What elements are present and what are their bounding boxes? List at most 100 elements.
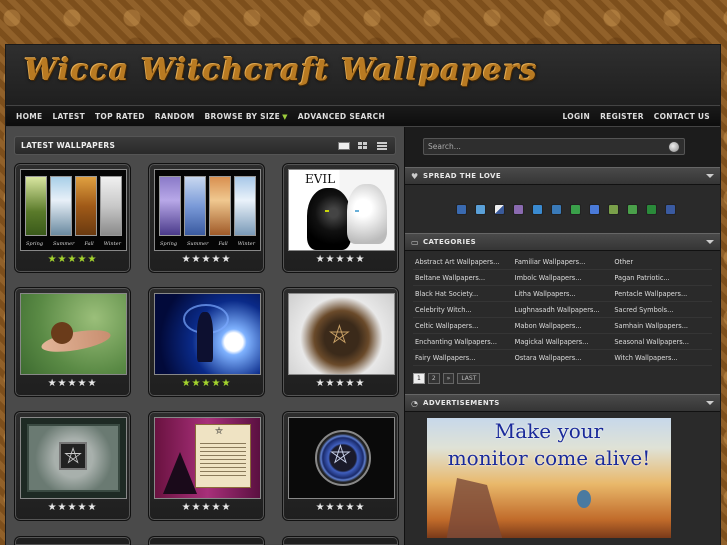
category-link[interactable]: Abstract Art Wallpapers... bbox=[413, 258, 513, 266]
category-link[interactable]: Seasonal Wallpapers... bbox=[612, 338, 712, 346]
star-rating[interactable]: ★★★★★ bbox=[154, 378, 259, 389]
star-rating[interactable]: ★★★★★ bbox=[154, 502, 259, 513]
wallpaper-thumbnail[interactable] bbox=[20, 293, 127, 375]
nav-login[interactable]: LOGIN bbox=[557, 112, 595, 121]
star-icon[interactable]: ★ bbox=[77, 254, 87, 265]
share-icon[interactable] bbox=[531, 203, 543, 215]
category-link[interactable]: Enchanting Wallpapers... bbox=[413, 338, 513, 346]
page-1-button[interactable]: 1 bbox=[413, 373, 425, 384]
star-icon[interactable]: ★ bbox=[77, 378, 87, 389]
star-icon[interactable]: ★ bbox=[326, 378, 336, 389]
star-icon[interactable]: ★ bbox=[211, 502, 221, 513]
next-page-button[interactable]: » bbox=[442, 373, 455, 384]
wallpaper-thumbnail[interactable]: Spring Summer Fall Winter bbox=[154, 169, 261, 251]
nav-top-rated[interactable]: TOP RATED bbox=[90, 112, 150, 121]
wallpaper-card[interactable]: EVIL ★★★★★ bbox=[282, 163, 399, 273]
wallpaper-thumbnail[interactable]: EVIL bbox=[288, 169, 395, 251]
collapse-icon[interactable] bbox=[706, 401, 714, 405]
star-icon[interactable]: ★ bbox=[202, 378, 212, 389]
star-icon[interactable]: ★ bbox=[336, 502, 346, 513]
star-rating[interactable]: ★★★★★ bbox=[288, 378, 393, 389]
star-icon[interactable]: ★ bbox=[48, 378, 58, 389]
category-link[interactable]: Imbolc Wallpapers... bbox=[513, 274, 613, 282]
star-rating[interactable]: ★★★★★ bbox=[154, 254, 259, 265]
star-icon[interactable]: ★ bbox=[202, 502, 212, 513]
star-rating[interactable]: ★★★★★ bbox=[288, 254, 393, 265]
star-icon[interactable]: ★ bbox=[68, 254, 78, 265]
category-link[interactable]: Magickal Wallpapers... bbox=[513, 338, 613, 346]
share-icon[interactable] bbox=[493, 203, 505, 215]
share-icon[interactable] bbox=[569, 203, 581, 215]
star-rating[interactable]: ★★★★★ bbox=[20, 502, 125, 513]
category-link[interactable]: Witch Wallpapers... bbox=[612, 354, 712, 362]
wallpaper-card[interactable]: Spring Summer Fall Winter ★★★★★ bbox=[148, 163, 265, 273]
star-icon[interactable]: ★ bbox=[77, 502, 87, 513]
site-logo[interactable]: Wicca Witchcraft Wallpapers bbox=[24, 53, 702, 88]
nav-contact-us[interactable]: CONTACT US bbox=[649, 112, 715, 121]
category-link[interactable]: Celebrity Witch... bbox=[413, 306, 513, 314]
category-link[interactable]: Celtic Wallpapers... bbox=[413, 322, 513, 330]
star-rating[interactable]: ★★★★★ bbox=[20, 378, 125, 389]
star-icon[interactable]: ★ bbox=[355, 502, 365, 513]
wallpaper-card[interactable]: ⛤ ★★★★★ bbox=[14, 411, 131, 521]
wallpaper-card[interactable]: ⛤ ★★★★★ bbox=[148, 411, 265, 521]
star-icon[interactable]: ★ bbox=[336, 378, 346, 389]
star-icon[interactable]: ★ bbox=[316, 254, 326, 265]
category-link[interactable]: Fairy Wallpapers... bbox=[413, 354, 513, 362]
star-icon[interactable]: ★ bbox=[211, 378, 221, 389]
star-icon[interactable]: ★ bbox=[336, 254, 346, 265]
share-icon[interactable] bbox=[474, 203, 486, 215]
star-icon[interactable]: ★ bbox=[316, 502, 326, 513]
star-icon[interactable]: ★ bbox=[355, 254, 365, 265]
categories-header[interactable]: ▭ CATEGORIES bbox=[405, 233, 720, 251]
last-page-button[interactable]: LAST bbox=[457, 373, 481, 384]
nav-register[interactable]: REGISTER bbox=[595, 112, 649, 121]
star-icon[interactable]: ★ bbox=[192, 254, 202, 265]
collapse-icon[interactable] bbox=[706, 240, 714, 244]
star-icon[interactable]: ★ bbox=[192, 502, 202, 513]
nav-browse-by-size[interactable]: BROWSE BY SIZE ▼ bbox=[200, 112, 293, 121]
wallpaper-card[interactable]: ⛤ ★★★★★ bbox=[282, 411, 399, 521]
nav-advanced-search[interactable]: ADVANCED SEARCH bbox=[293, 112, 390, 121]
view-list-icon[interactable] bbox=[374, 140, 389, 151]
category-link[interactable]: Familiar Wallpapers... bbox=[513, 258, 613, 266]
star-icon[interactable]: ★ bbox=[87, 502, 97, 513]
star-icon[interactable]: ★ bbox=[221, 254, 231, 265]
star-icon[interactable]: ★ bbox=[58, 254, 68, 265]
category-link[interactable]: Lughnasadh Wallpapers... bbox=[513, 306, 613, 314]
wallpaper-thumbnail[interactable]: Spring Summer Fall Winter bbox=[20, 169, 127, 251]
star-icon[interactable]: ★ bbox=[345, 254, 355, 265]
wallpaper-thumbnail[interactable]: ⛤ bbox=[20, 417, 127, 499]
category-link[interactable]: Pentacle Wallpapers... bbox=[612, 290, 712, 298]
share-icon[interactable] bbox=[645, 203, 657, 215]
wallpaper-thumbnail[interactable] bbox=[154, 293, 261, 375]
star-icon[interactable]: ★ bbox=[182, 502, 192, 513]
page-2-button[interactable]: 2 bbox=[427, 373, 440, 384]
category-link[interactable]: Beltane Wallpapers... bbox=[413, 274, 513, 282]
star-icon[interactable]: ★ bbox=[345, 378, 355, 389]
star-icon[interactable]: ★ bbox=[211, 254, 221, 265]
star-icon[interactable]: ★ bbox=[221, 502, 231, 513]
share-icon[interactable] bbox=[664, 203, 676, 215]
share-header[interactable]: ♥ SPREAD THE LOVE bbox=[405, 167, 720, 185]
share-icon[interactable] bbox=[607, 203, 619, 215]
star-icon[interactable]: ★ bbox=[326, 502, 336, 513]
star-icon[interactable]: ★ bbox=[221, 378, 231, 389]
star-icon[interactable]: ★ bbox=[68, 502, 78, 513]
category-link[interactable]: Ostara Wallpapers... bbox=[513, 354, 613, 362]
category-link[interactable]: Litha Wallpapers... bbox=[513, 290, 613, 298]
search-input[interactable] bbox=[428, 142, 668, 151]
category-link[interactable]: Sacred Symbols... bbox=[612, 306, 712, 314]
star-icon[interactable]: ★ bbox=[202, 254, 212, 265]
category-link[interactable]: Pagan Patriotic... bbox=[612, 274, 712, 282]
wallpaper-thumbnail[interactable]: ⛤ bbox=[154, 417, 261, 499]
advertisement-banner[interactable]: Make your monitor come alive! bbox=[427, 418, 671, 538]
wallpaper-thumbnail[interactable]: ⛤ bbox=[288, 293, 395, 375]
view-single-icon[interactable] bbox=[336, 140, 351, 151]
wallpaper-thumbnail[interactable]: ⛤ bbox=[288, 417, 395, 499]
star-icon[interactable]: ★ bbox=[48, 502, 58, 513]
nav-random[interactable]: RANDOM bbox=[150, 112, 200, 121]
star-icon[interactable]: ★ bbox=[68, 378, 78, 389]
view-grid-icon[interactable] bbox=[355, 140, 370, 151]
star-rating[interactable]: ★★★★★ bbox=[288, 502, 393, 513]
